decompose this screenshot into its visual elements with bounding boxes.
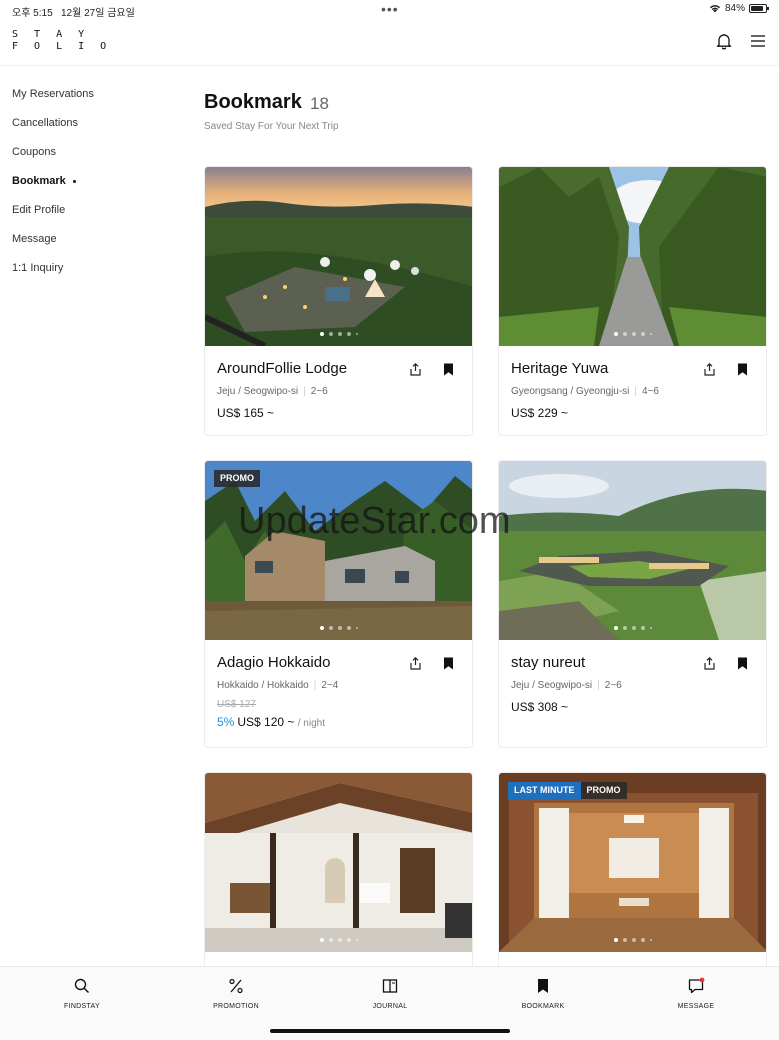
sidebar-item-edit-profile[interactable]: Edit Profile [12,202,172,231]
sidebar-item-cancellations[interactable]: Cancellations [12,115,172,144]
last-minute-badge: LAST MINUTE [508,782,581,799]
stayfolio-logo[interactable]: S T A Y F O L I O [12,29,111,53]
stay-card[interactable]: LAST MINUTE PROMO [498,772,767,972]
search-icon [74,978,89,993]
stay-location: Gyeongsang / Gyeongju-si | 4~6 [511,386,659,397]
photo-pager [499,626,766,630]
original-price: US$ 127 [217,699,256,710]
bell-icon[interactable] [715,32,733,50]
sidebar-item-message[interactable]: Message [12,231,172,260]
stay-price: US$ 165 ~ [217,406,275,420]
stay-location: Jeju / Seogwipo-si | 2~6 [511,680,622,691]
battery-percent: 84% [724,3,745,14]
nav-message[interactable]: MESSAGE [656,977,736,1010]
photo-pager [205,626,472,630]
stay-price: US$ 229 ~ [511,406,569,420]
stay-card[interactable]: AroundFollie Lodge Jeju / Seogwipo-si | 2~… [204,166,473,436]
photo-pager [499,332,766,336]
stay-photo[interactable] [499,461,766,640]
stay-card[interactable]: Heritage Yuwa Gyeongsang / Gyeongju-si | 4… [498,166,767,436]
sidebar-item-inquiry[interactable]: 1:1 Inquiry [12,260,172,289]
battery-icon [749,4,769,13]
chat-icon [688,977,705,994]
hamburger-menu-icon[interactable] [749,32,767,50]
bookmark-icon[interactable] [735,362,750,377]
notification-dot [699,977,705,983]
stay-photo[interactable]: LAST MINUTE PROMO [499,773,766,952]
sidebar-item-bookmark[interactable]: Bookmark [12,173,172,202]
active-indicator-dot [72,180,76,183]
percent-icon [229,978,243,994]
home-indicator[interactable] [270,1029,510,1033]
bookmark-count: 18 [310,94,329,113]
stay-photo[interactable] [499,167,766,346]
share-icon[interactable] [702,362,717,377]
book-icon [382,979,398,993]
share-icon[interactable] [408,362,423,377]
bookmark-icon[interactable] [441,362,456,377]
nav-bookmark[interactable]: BOOKMARK [503,977,583,1010]
status-time: 오후 5:15 12월 27일 금요일 [12,8,135,19]
stay-location: Jeju / Seogwipo-si | 2~6 [217,386,328,397]
stay-photo[interactable]: PROMO [205,461,472,640]
discount-percent: 5% [217,715,235,729]
stay-location: Hokkaido / Hokkaido | 2~4 [217,680,339,691]
wifi-icon [709,5,720,13]
sidebar-item-my-reservations[interactable]: My Reservations [12,86,172,115]
promo-badge: PROMO [580,782,627,799]
stay-photo[interactable] [205,773,472,952]
photo-pager [499,938,766,942]
page-title: Bookmark [204,91,302,113]
stay-price: US$ 308 ~ [511,700,569,714]
multitasking-dots[interactable]: ••• [381,1,399,17]
bookmark-icon[interactable] [441,656,456,671]
promo-badge: PROMO [214,470,261,487]
photo-pager [205,332,472,336]
status-bar: 오후 5:15 12월 27일 금요일 ••• 84% [0,0,779,20]
nav-findstay[interactable]: FINDSTAY [42,977,122,1010]
photo-pager [205,938,472,942]
share-icon[interactable] [702,656,717,671]
account-sidebar: My Reservations Cancellations Coupons Bo… [12,86,172,289]
page-subtitle: Saved Stay For Your Next Trip [204,121,339,132]
sidebar-item-coupons[interactable]: Coupons [12,144,172,173]
stay-price: 5% US$ 120 ~ / night [217,715,325,729]
bookmark-icon [538,979,548,993]
stay-photo[interactable] [205,167,472,346]
status-right: 84% [709,3,769,14]
stay-card[interactable]: PROMO Adagio Hokkaido Hokkaido / Hokkaid… [204,460,473,748]
badge-group: LAST MINUTE PROMO [508,782,627,799]
stay-card[interactable] [204,772,473,972]
badge-group: PROMO [214,470,261,487]
share-icon[interactable] [408,656,423,671]
stay-card[interactable]: stay nureut Jeju / Seogwipo-si | 2~6 US$ 3… [498,460,767,748]
nav-promotion[interactable]: PROMOTION [196,977,276,1010]
nav-journal[interactable]: JOURNAL [350,977,430,1010]
app-header: S T A Y F O L I O [0,20,779,66]
bookmark-icon[interactable] [735,656,750,671]
